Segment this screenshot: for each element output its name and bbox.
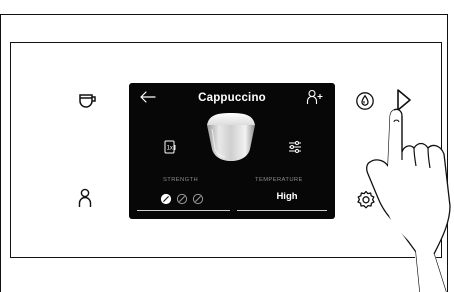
add-person-icon[interactable] xyxy=(305,89,325,105)
strength-label: STRENGTH xyxy=(163,177,199,183)
temperature-value[interactable]: High xyxy=(256,191,318,202)
touchscreen: Cappuccino 1x STRENGTH TEMPERATURE High xyxy=(129,83,335,219)
single-shot-icon[interactable]: 1x xyxy=(162,139,178,155)
strength-dot-filled[interactable] xyxy=(160,193,172,205)
temperature-underline xyxy=(237,210,327,211)
person-icon[interactable] xyxy=(78,188,92,208)
sliders-icon[interactable] xyxy=(287,139,303,155)
cup-icon[interactable] xyxy=(78,92,98,110)
pointing-hand-illustration xyxy=(360,102,454,292)
strength-selector[interactable] xyxy=(160,192,216,205)
strength-dot-empty[interactable] xyxy=(192,193,204,205)
scene: Cappuccino 1x STRENGTH TEMPERATURE High xyxy=(0,0,454,292)
cup-foam-icon xyxy=(203,113,259,163)
strength-dot-empty[interactable] xyxy=(176,193,188,205)
svg-text:1x: 1x xyxy=(167,146,173,152)
temperature-label: TEMPERATURE xyxy=(255,177,303,183)
strength-underline xyxy=(137,210,230,211)
